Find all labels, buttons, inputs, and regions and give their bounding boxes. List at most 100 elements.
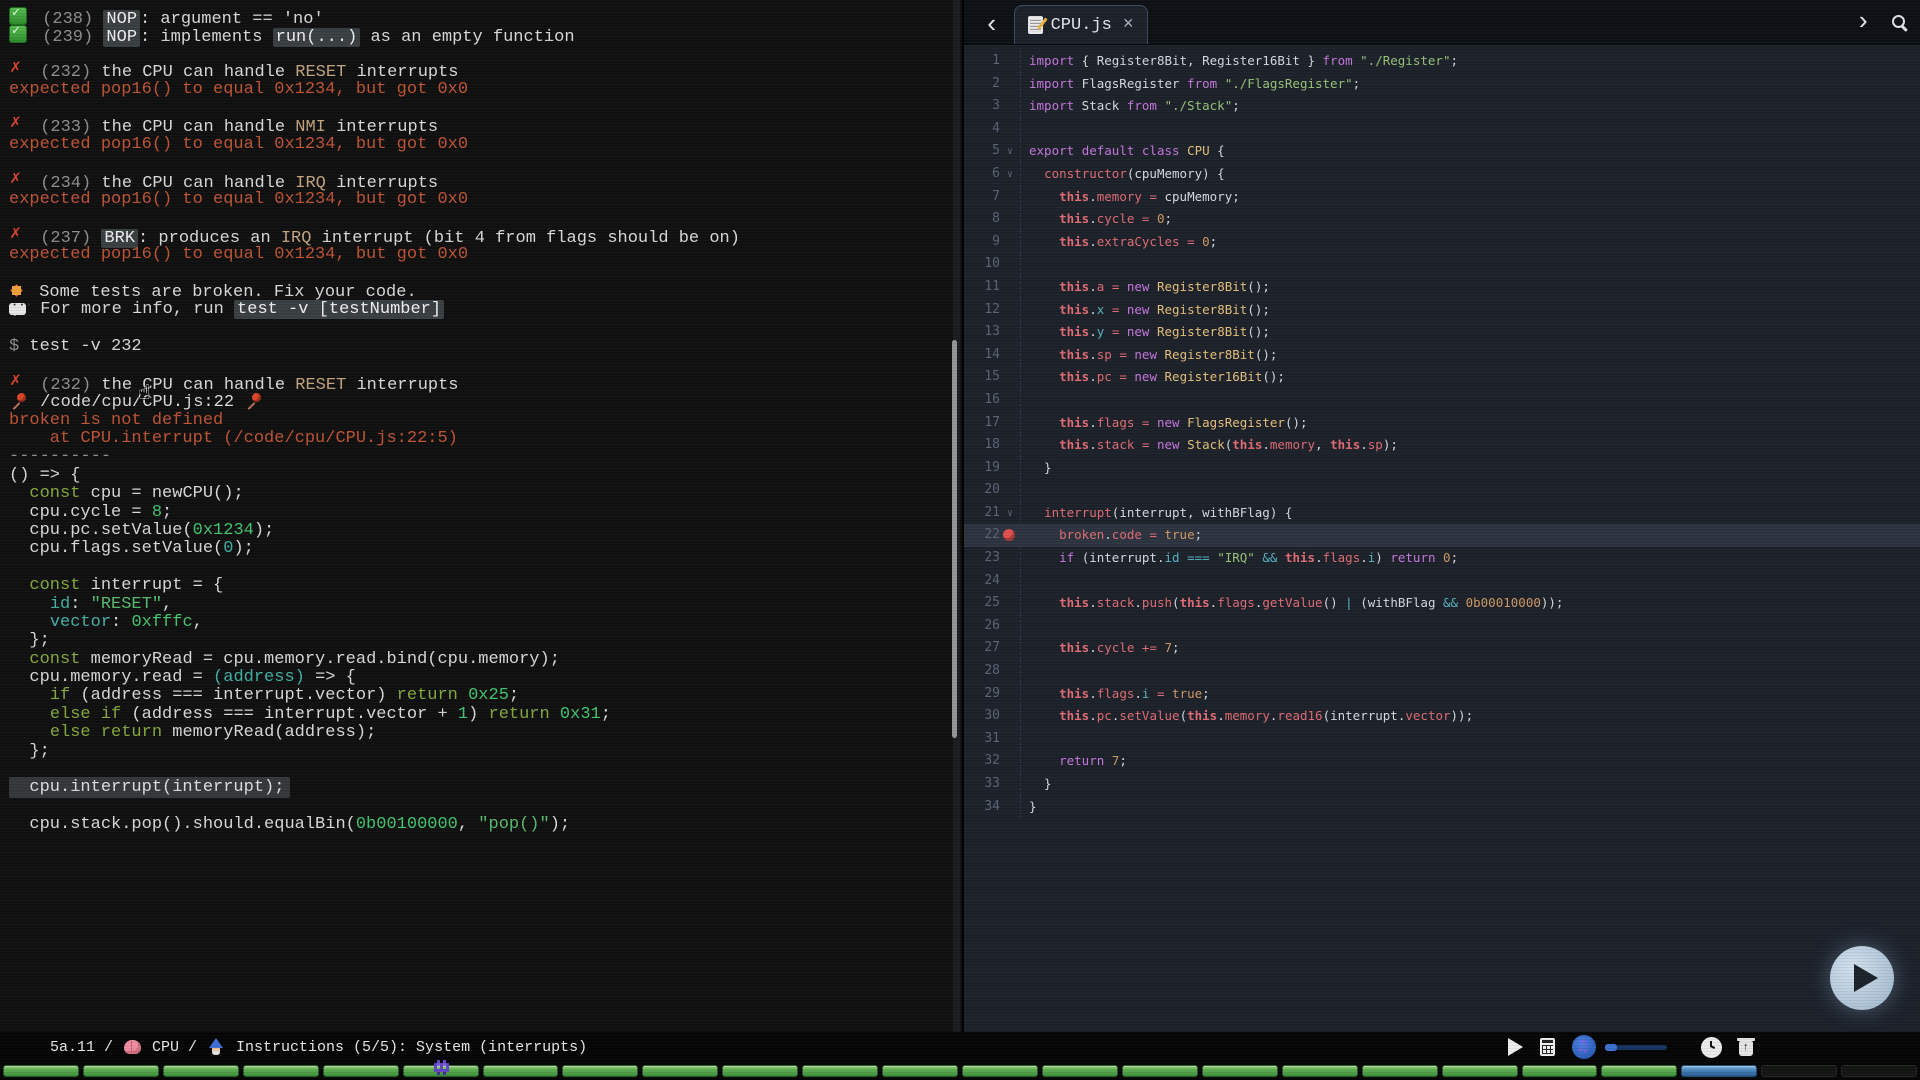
code-token: (	[1172, 595, 1180, 610]
terminal-text: ;	[509, 686, 519, 705]
code-token: );	[1383, 437, 1398, 452]
fail-icon	[9, 62, 25, 78]
terminal-text: 0	[223, 539, 233, 558]
clock-icon[interactable]	[1701, 1037, 1722, 1058]
progress-segment-21[interactable]	[1601, 1065, 1677, 1077]
code-token	[1458, 595, 1466, 610]
progress-segment-9[interactable]	[642, 1065, 718, 1077]
terminal-text: cpu.stack.pop().should.equalBin(	[9, 815, 356, 834]
progress-segment-4[interactable]	[243, 1065, 319, 1077]
terminal-text: const	[29, 650, 80, 669]
progress-segment-7[interactable]	[483, 1065, 559, 1077]
code-text	[1020, 660, 1029, 683]
terminal-scrollbar-thumb[interactable]	[952, 340, 957, 738]
progress-segment-10[interactable]	[722, 1065, 798, 1077]
pin-icon[interactable]	[247, 393, 262, 408]
editor-line: 17 this.flags = new FlagsRegister();	[964, 412, 1920, 435]
tab-close-icon[interactable]: ×	[1123, 15, 1134, 35]
progress-segment-8[interactable]	[562, 1065, 638, 1077]
code-token: export	[1029, 143, 1074, 158]
run-button[interactable]	[1830, 946, 1894, 1010]
line-number: 17	[964, 412, 1000, 435]
breadcrumb-item[interactable]: 5a.11 /	[50, 1039, 113, 1056]
terminal-text: );	[550, 815, 570, 834]
editor-line: 34}	[964, 796, 1920, 819]
terminal-panel: (238) NOP: argument == 'no' (239) NOP: i…	[0, 0, 962, 1032]
progress-segment-24[interactable]	[1841, 1065, 1917, 1077]
code-token: this	[1059, 347, 1089, 362]
editor-line: 14 this.sp = new Register8Bit();	[964, 344, 1920, 367]
progress-segment-3[interactable]	[163, 1065, 239, 1077]
breadcrumb-item[interactable]: CPU /	[152, 1039, 197, 1056]
code-token: 7	[1165, 640, 1173, 655]
terminal-line	[9, 264, 962, 282]
error-marker-icon[interactable]	[1000, 524, 1020, 547]
progress-segment-14[interactable]	[1042, 1065, 1118, 1077]
code-token: +=	[1142, 640, 1157, 655]
tab-cpu-js[interactable]: CPU.js ×	[1014, 5, 1148, 44]
progress-segment-11[interactable]	[802, 1065, 878, 1077]
code-text	[1020, 253, 1029, 276]
play-icon[interactable]	[1508, 1038, 1523, 1056]
volume-slider[interactable]	[1605, 1045, 1667, 1050]
progress-segment-12[interactable]	[882, 1065, 958, 1077]
terminal-text: (address)	[213, 668, 305, 687]
calculator-icon[interactable]	[1540, 1038, 1555, 1056]
progress-segment-17[interactable]	[1282, 1065, 1358, 1077]
progress-segment-18[interactable]	[1362, 1065, 1438, 1077]
code-text: }	[1020, 457, 1052, 480]
code-token	[1165, 686, 1173, 701]
progress-segment-20[interactable]	[1522, 1065, 1598, 1077]
code-token: =	[1119, 347, 1127, 362]
terminal-text: id	[50, 595, 70, 614]
editor-line: 10	[964, 253, 1920, 276]
editor-line: 31	[964, 728, 1920, 751]
code-token: FlagsRegister	[1187, 415, 1285, 430]
code-token: this	[1059, 302, 1089, 317]
gutter-aux	[1000, 344, 1020, 367]
code-text	[1020, 570, 1029, 593]
progress-segment-1[interactable]	[3, 1065, 79, 1077]
terminal-scrollbar-track[interactable]	[953, 0, 960, 1032]
tab-scroll-left-icon[interactable]: ‹	[984, 12, 1000, 38]
terminal-text: };	[9, 631, 50, 650]
fold-icon[interactable]: ∨	[1000, 163, 1020, 186]
pin-icon[interactable]	[12, 393, 27, 408]
progress-segment-2[interactable]	[83, 1065, 159, 1077]
editor-line: 30 this.pc.setValue(this.memory.read16(i…	[964, 705, 1920, 728]
search-icon[interactable]	[1891, 14, 1908, 31]
terminal-line: cpu.stack.pop().should.equalBin(0b001000…	[9, 816, 962, 834]
terminal-text: test -v [testNumber]	[234, 300, 444, 319]
line-number: 13	[964, 321, 1000, 344]
tab-scroll-right-icon[interactable]: ›	[1855, 9, 1871, 35]
code-token: .	[1089, 279, 1097, 294]
code-token: import	[1029, 53, 1074, 68]
disc-icon[interactable]	[1572, 1035, 1596, 1059]
gutter-aux	[1000, 434, 1020, 457]
terminal-line: const memoryRead = cpu.memory.read.bind(…	[9, 651, 962, 669]
code-area[interactable]: 1import { Register8Bit, Register16Bit } …	[964, 45, 1920, 818]
progress-segment-16[interactable]	[1202, 1065, 1278, 1077]
code-token: constructor	[1044, 166, 1127, 181]
code-token: memory	[1097, 189, 1142, 204]
terminal-text: interrupt = {	[80, 576, 223, 595]
trash-icon[interactable]	[1739, 1041, 1753, 1056]
progress-segment-5[interactable]	[323, 1065, 399, 1077]
progress-segment-23[interactable]	[1761, 1065, 1837, 1077]
code-token: cycle	[1097, 211, 1135, 226]
code-token: this	[1059, 415, 1089, 430]
progress-segment-15[interactable]	[1122, 1065, 1198, 1077]
code-token	[1104, 279, 1112, 294]
terminal-text: )	[468, 705, 488, 724]
progress-segment-19[interactable]	[1442, 1065, 1518, 1077]
line-number: 27	[964, 637, 1000, 660]
course-progress-bar	[0, 1062, 1920, 1079]
code-token: ();	[1247, 324, 1270, 339]
terminal-text: (232)	[30, 376, 101, 395]
fold-icon[interactable]: ∨	[1000, 140, 1020, 163]
progress-segment-22[interactable]	[1681, 1065, 1757, 1077]
progress-segment-13[interactable]	[962, 1065, 1038, 1077]
terminal-line: expected pop16() to equal 0x1234, but go…	[9, 246, 962, 264]
fold-icon[interactable]: ∨	[1000, 502, 1020, 525]
breadcrumb-item[interactable]: Instructions (5/5): System (interrupts)	[236, 1039, 587, 1056]
